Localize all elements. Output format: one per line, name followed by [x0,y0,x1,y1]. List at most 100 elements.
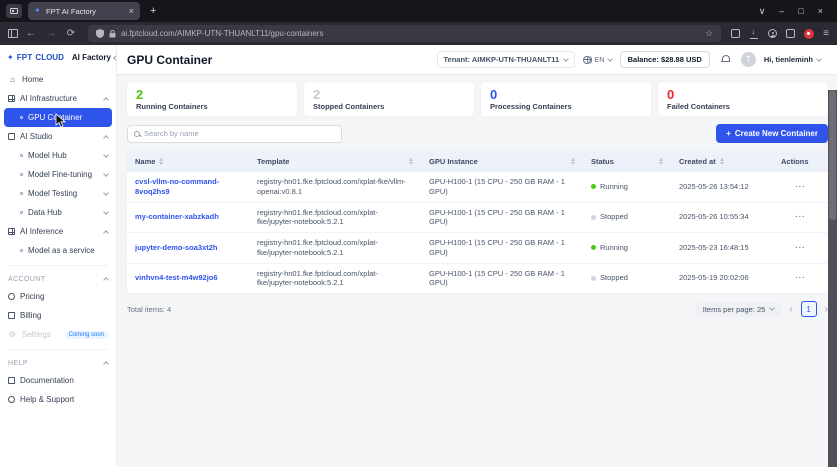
tab-close-icon[interactable]: × [129,6,134,16]
tenant-selector[interactable]: Tenant: AIMKP-UTN-THUANLT11 [436,51,576,68]
sidebar-item-ai-studio[interactable]: AI Studio [0,127,116,146]
search-input[interactable] [144,129,335,138]
template-cell: registry-hn01.fke.fptcloud.com/xplat-fke… [257,268,378,288]
gear-icon: ⚙ [8,330,17,339]
url-text: ai.fptcloud.com/AIMKP-UTN-THUANLT11/gpu-… [121,29,324,38]
gpu-instance-cell: GPU-H100-1 (15 CPU - 250 GB RAM - 1 GPU) [429,177,565,196]
total-items-label: Total items: 4 [127,304,172,314]
search-box[interactable] [127,124,342,143]
chevron-up-icon [103,96,109,103]
row-actions-button[interactable]: ··· [795,212,806,221]
container-name-link[interactable]: cvsl-vllm-no-command-8voq2hs9 [135,177,219,196]
stat-card-stopped: 2 Stopped Containers [304,82,474,116]
bullet-icon [20,154,23,157]
sort-icon[interactable] [659,158,663,165]
sidebar-item-ai-inference[interactable]: AI Inference [0,222,116,241]
sidebar-item-model-fine-tuning[interactable]: Model Fine-tuning [0,165,116,184]
account-icon[interactable] [768,29,778,38]
table-header: Name Template GPU Instance Status Create… [127,151,828,172]
sidebar-item-billing[interactable]: Billing [0,306,116,325]
tab-list-icon[interactable]: ∨ [759,6,766,17]
status-cell: Running [583,177,671,197]
new-tab-button[interactable]: + [146,5,160,17]
extensions-icon[interactable] [786,29,796,38]
menu-icon[interactable]: ≡ [823,28,829,39]
reload-icon[interactable]: ⟳ [64,28,78,39]
sidebar-item-gpu-container[interactable]: GPU Container [4,108,112,127]
pricing-icon [8,293,15,300]
table-row: vinhvn4-test-m4w92jo6 registry-hn01.fke.… [127,264,828,294]
user-menu[interactable]: Hi, tienleminh [764,55,822,64]
row-actions-button[interactable]: ··· [795,243,806,252]
divider [8,349,108,350]
sidebar-item-ai-infrastructure[interactable]: AI Infrastructure [0,89,116,108]
sidebar-item-model-hub[interactable]: Model Hub [0,146,116,165]
row-actions-button[interactable]: ··· [795,182,806,191]
stat-value: 0 [490,87,498,102]
bullet-icon [20,116,23,119]
product-name: AI Factory [71,53,111,62]
window-minimize-button[interactable]: – [779,6,784,16]
chevron-down-icon [103,170,109,177]
tracking-shield-icon[interactable] [96,29,104,38]
sidebar-item-documentation[interactable]: Documentation [0,371,116,390]
status-badge: Running [600,181,628,191]
browser-tab[interactable]: ✦ FPT AI Factory × [28,2,140,20]
recorder-extension-icon[interactable] [804,28,815,39]
window-maximize-button[interactable]: □ [798,6,803,16]
column-header-name[interactable]: Name [127,151,249,172]
page-number-button[interactable]: 1 [800,301,817,317]
lock-icon[interactable] [109,29,116,38]
page-prev-button[interactable]: ‹ [789,304,792,315]
container-name-link[interactable]: jupyter-demo-soa3xt2h [135,243,218,252]
container-name-link[interactable]: my-container-xabzkadh [135,212,219,221]
notification-bell-icon[interactable] [720,55,730,64]
sort-icon[interactable] [409,158,413,165]
sidebar-item-model-testing[interactable]: Model Testing [0,184,116,203]
stat-label: Stopped Containers [313,102,385,111]
create-container-button[interactable]: + Create New Container [716,124,828,143]
sidebar-panel-icon[interactable] [8,29,18,38]
back-icon[interactable]: ← [24,28,38,39]
scrollbar[interactable] [828,90,837,467]
section-help[interactable]: HELP [0,355,116,371]
language-selector[interactable]: EN [583,55,613,64]
column-header-created[interactable]: Created at [671,151,773,172]
status-dot [591,214,596,220]
bookmark-star-icon[interactable]: ☆ [705,28,713,39]
container-name-link[interactable]: vinhvn4-test-m4w92jo6 [135,273,218,282]
status-badge: Stopped [600,212,628,222]
sidebar-item-model-as-a-service[interactable]: Model as a service [0,241,116,260]
template-cell: registry-hn01.fke.fptcloud.com/xplat-fke… [257,238,378,257]
avatar[interactable]: T [740,52,756,67]
chevron-up-icon [103,134,109,141]
column-header-status[interactable]: Status [583,151,671,172]
stat-label: Running Containers [136,102,208,111]
stat-value: 2 [136,87,144,102]
browser-view-button[interactable] [6,4,22,18]
address-bar[interactable]: ai.fptcloud.com/AIMKP-UTN-THUANLT11/gpu-… [88,25,722,42]
column-header-gpu[interactable]: GPU Instance [421,151,583,172]
status-badge: Running [600,242,628,252]
addon-icon[interactable] [731,29,741,38]
table-row: cvsl-vllm-no-command-8voq2hs9 registry-h… [127,172,828,203]
sidebar-item-data-hub[interactable]: Data Hub [0,203,116,222]
column-header-template[interactable]: Template [249,151,421,172]
sidebar-item-home[interactable]: ⌂ Home [0,70,116,89]
gpu-instance-cell: GPU-H100-1 (15 CPU - 250 GB RAM - 1 GPU) [429,238,565,257]
sidebar-item-pricing[interactable]: Pricing [0,287,116,306]
items-per-page-select[interactable]: Items per page: 25 [695,301,782,317]
download-icon[interactable] [749,27,759,39]
forward-icon[interactable]: → [44,28,58,39]
section-account[interactable]: ACCOUNT [0,271,116,287]
sidebar-item-help-support[interactable]: Help & Support [0,390,116,409]
sort-icon[interactable] [159,158,163,165]
scrollbar-thumb[interactable] [829,90,836,220]
ai-studio-icon [8,133,15,140]
chevron-down-icon [769,305,776,311]
balance-display[interactable]: Balance: $28.88 USD [619,51,710,68]
sort-icon[interactable] [720,158,724,165]
window-close-button[interactable]: × [818,6,823,16]
row-actions-button[interactable]: ··· [795,273,806,282]
sort-icon[interactable] [571,158,575,165]
